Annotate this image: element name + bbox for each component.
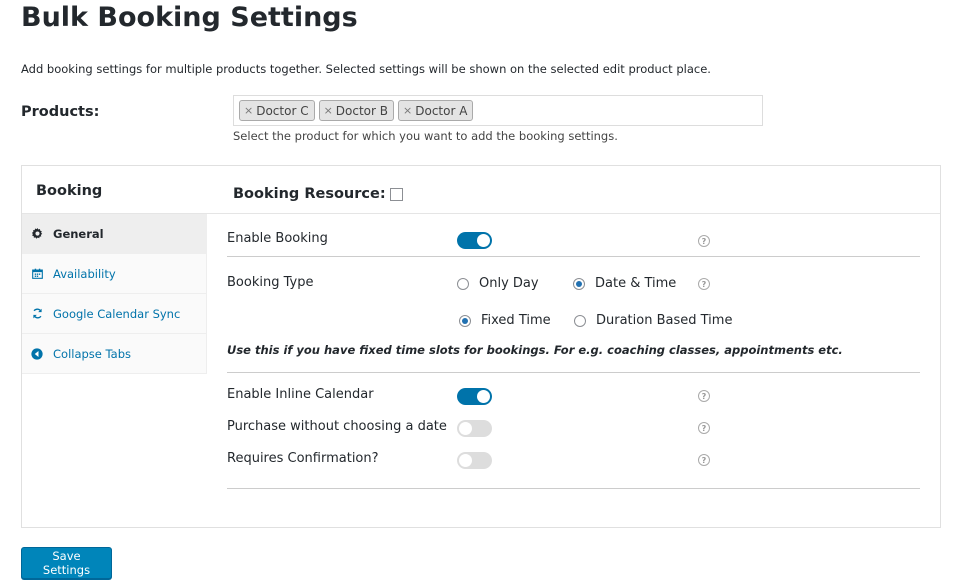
panel-title: Booking [36,183,103,199]
row-divider [227,256,920,257]
toggle-knob [459,422,472,435]
booking-resource-row: Booking Resource: [233,186,403,202]
radio-label: Only Day [479,276,539,291]
help-icon[interactable]: ? [698,235,710,247]
enable-booking-label: Enable Booking [227,231,328,246]
tab-general[interactable]: General [22,214,206,254]
requires-confirmation-toggle[interactable] [457,452,492,469]
remove-chip-icon[interactable]: × [403,104,412,117]
help-icon[interactable]: ? [698,390,710,402]
radio-circle [573,277,585,290]
product-chip: × Doctor A [398,100,474,121]
booking-resource-checkbox[interactable] [389,187,403,201]
tab-availability[interactable]: Availability [22,254,206,294]
tab-google-calendar-sync[interactable]: Google Calendar Sync [22,294,206,334]
radio-fixed-time[interactable]: Fixed Time [459,313,551,328]
product-chip-label: Doctor C [256,103,309,118]
gear-icon [31,228,43,240]
help-icon[interactable]: ? [698,422,710,434]
radio-only-day[interactable]: Only Day [457,276,539,291]
enable-booking-toggle[interactable] [457,232,492,249]
inline-calendar-label: Enable Inline Calendar [227,387,374,402]
radio-label: Duration Based Time [596,313,733,328]
save-settings-button[interactable]: Save Settings [21,547,112,579]
product-chip-label: Doctor B [335,103,389,118]
toggle-knob [459,454,472,467]
tab-label: Availability [53,266,116,281]
sync-icon [31,308,43,320]
settings-tabs: General Availability Google Calendar Syn… [22,214,207,374]
booking-panel: Booking Booking Resource: General Availa… [21,165,941,528]
booking-resource-label: Booking Resource: [233,186,386,202]
radio-circle [457,277,469,290]
products-label: Products: [21,104,100,120]
radio-duration-based-time[interactable]: Duration Based Time [574,313,732,328]
remove-chip-icon[interactable]: × [244,104,253,117]
inline-calendar-toggle[interactable] [457,388,492,405]
product-chip-label: Doctor A [415,103,468,118]
row-divider [227,488,920,489]
product-chip: × Doctor C [239,100,315,121]
radio-circle [459,314,471,327]
radio-label: Date & Time [595,276,677,291]
row-divider [227,372,920,373]
toggle-knob [477,234,490,247]
remove-chip-icon[interactable]: × [324,104,333,117]
tab-label: General [53,226,104,241]
radio-label: Fixed Time [481,313,551,328]
tab-label: Google Calendar Sync [53,306,181,321]
purchase-without-date-label: Purchase without choosing a date [227,419,447,434]
toggle-knob [477,390,490,403]
calendar-icon [31,268,43,280]
products-select[interactable]: × Doctor C × Doctor B × Doctor A [233,95,763,126]
purchase-without-date-toggle[interactable] [457,420,492,437]
tab-label: Collapse Tabs [53,346,131,361]
page-title: Bulk Booking Settings [21,2,358,33]
booking-type-note: Use this if you have fixed time slots fo… [227,343,843,357]
radio-circle [574,314,586,327]
product-chip: × Doctor B [318,100,395,121]
collapse-icon [31,347,43,360]
products-help-text: Select the product for which you want to… [233,129,618,143]
page-description: Add booking settings for multiple produc… [21,62,711,76]
booking-type-label: Booking Type [227,275,314,290]
help-icon[interactable]: ? [698,278,710,290]
radio-date-time[interactable]: Date & Time [573,276,676,291]
help-icon[interactable]: ? [698,454,710,466]
tab-collapse-tabs[interactable]: Collapse Tabs [22,334,206,374]
requires-confirmation-label: Requires Confirmation? [227,451,379,466]
